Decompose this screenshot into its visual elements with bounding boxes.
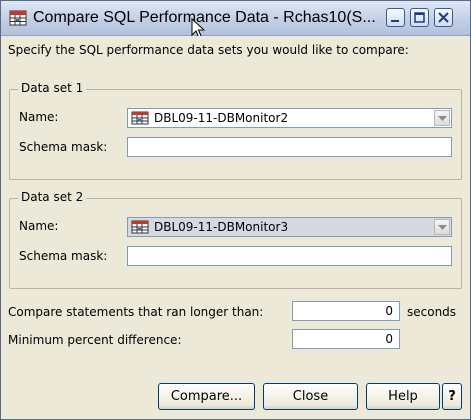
seconds-unit-label: seconds <box>407 305 457 319</box>
close-icon <box>438 12 449 23</box>
close-button[interactable]: Close <box>263 383 358 410</box>
dataset1-dropdown-button[interactable] <box>434 110 450 126</box>
whats-this-button[interactable]: ? <box>442 383 462 410</box>
dataset1-name-label: Name: <box>19 110 59 124</box>
dataset1-schema-label: Schema mask: <box>19 140 108 154</box>
dataset1-schema-mask-field[interactable] <box>128 138 451 156</box>
chevron-down-icon <box>438 225 447 230</box>
help-button[interactable]: Help <box>366 383 440 410</box>
dataset2-dropdown-button[interactable] <box>434 219 450 235</box>
maximize-icon <box>414 12 425 23</box>
title-bar[interactable]: Compare SQL Performance Data - Rchas10(S… <box>1 1 470 39</box>
dataset2-schema-mask-field[interactable] <box>128 247 451 265</box>
dataset1-name-value: DBL09-11-DBMonitor2 <box>154 111 289 125</box>
dataset1-group-label: Data set 1 <box>18 81 87 95</box>
dataset2-name-combobox[interactable]: DBL09-11-DBMonitor3 <box>127 217 452 237</box>
database-table-icon <box>131 220 149 234</box>
compare-longer-field[interactable] <box>293 302 399 320</box>
dataset1-schema-mask-input[interactable] <box>127 137 452 157</box>
dataset1-group: Data set 1 Name: DBL09-11-DBMonitor2 Sch… <box>9 81 462 180</box>
maximize-button[interactable] <box>410 8 429 27</box>
instructions-text: Specify the SQL performance data sets yo… <box>8 43 409 57</box>
dataset2-group-label: Data set 2 <box>18 190 87 204</box>
database-table-icon <box>131 111 149 125</box>
minimize-button[interactable] <box>386 8 405 27</box>
dataset2-group: Data set 2 Name: DBL09-11-DBMonitor3 Sch… <box>9 190 462 289</box>
min-percent-label: Minimum percent difference: <box>8 333 182 347</box>
compare-button[interactable]: Compare... <box>158 383 255 410</box>
dialog-window: Compare SQL Performance Data - Rchas10(S… <box>0 0 471 420</box>
dataset2-schema-label: Schema mask: <box>19 249 108 263</box>
dialog-content: Specify the SQL performance data sets yo… <box>1 36 470 419</box>
chevron-down-icon <box>438 116 447 121</box>
dataset2-name-label: Name: <box>19 219 59 233</box>
dataset2-name-value: DBL09-11-DBMonitor3 <box>154 220 289 234</box>
dataset2-schema-mask-input[interactable] <box>127 246 452 266</box>
database-table-icon <box>9 10 27 26</box>
compare-longer-label: Compare statements that ran longer than: <box>8 305 264 319</box>
compare-longer-input[interactable] <box>292 301 400 321</box>
min-percent-field[interactable] <box>293 330 399 348</box>
minimize-icon <box>391 20 399 22</box>
close-window-button[interactable] <box>434 8 453 27</box>
dataset1-name-combobox[interactable]: DBL09-11-DBMonitor2 <box>127 108 452 128</box>
min-percent-input[interactable] <box>292 329 400 349</box>
